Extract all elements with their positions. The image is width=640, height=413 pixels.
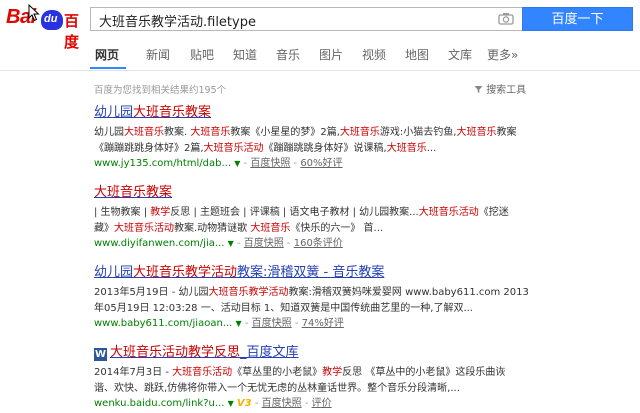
snapshot-link[interactable]: 百度快照: [244, 238, 284, 249]
result-url[interactable]: wenku.baidu.com/link?u...: [94, 398, 224, 409]
snapshot-link[interactable]: 百度快照: [252, 318, 292, 329]
tab-music[interactable]: 音乐: [276, 46, 300, 63]
snapshot-link[interactable]: 百度快照: [250, 158, 290, 169]
v3-badge: V3: [236, 398, 252, 409]
tab-zhidao[interactable]: 知道: [233, 46, 257, 63]
dropdown-triangle-icon[interactable]: ▼: [228, 239, 234, 248]
result-abstract-line: | 生物教案 | 教学反思 | 主题班会 | 评课稿 | 语文电子教材 | 幼儿…: [94, 207, 509, 218]
rating-link[interactable]: 74%好评: [302, 318, 344, 329]
result-url[interactable]: www.diyifanwen.com/jia...: [94, 238, 224, 249]
result-abstract-line: 幼儿园大班音乐教案. 大班音乐教案《小星星的梦》2篇,大班音乐游戏:小猫去钓鱼,…: [94, 127, 517, 138]
paw-icon: du: [41, 10, 63, 30]
search-result: W 大班音乐活动教学反思_百度文库 2014年7月3日 - 大班音乐活动《草丛里的…: [94, 344, 534, 411]
result-abstract-line: 2014年7月3日 - 大班音乐活动《草丛里的小老鼠》教学反思 《草丛中的小老鼠…: [94, 367, 506, 378]
search-result: 大班音乐教案 | 生物教案 | 教学反思 | 主题班会 | 评课稿 | 语文电子…: [94, 184, 534, 251]
result-count: 百度为您找到相关结果约195个: [94, 85, 227, 96]
header: Bai du 百度 大班音乐教学活动.filetype 百度一下: [0, 0, 640, 51]
result-url[interactable]: www.baby611.com/jiaoan...: [94, 318, 232, 329]
tab-map[interactable]: 地图: [405, 46, 429, 63]
result-abstract-line: 年05月19日 12:03:28 一、活动目标 1、知道双簧是中国传统曲艺里的一…: [94, 303, 473, 314]
tab-web[interactable]: 网页: [95, 46, 119, 63]
search-result: 幼儿园大班音乐教学活动教案:滑稽双簧 - 音乐教案 2013年5月19日 - 幼…: [94, 264, 534, 331]
dropdown-triangle-icon[interactable]: ▼: [236, 319, 242, 328]
snapshot-link[interactable]: 百度快照: [262, 398, 302, 409]
tab-more[interactable]: 更多»: [487, 46, 518, 63]
tab-news[interactable]: 新闻: [146, 46, 170, 63]
word-doc-icon: W: [94, 348, 107, 361]
search-button[interactable]: 百度一下: [522, 7, 633, 31]
result-title[interactable]: 幼儿园大班音乐教学活动教案:滑稽双簧 - 音乐教案: [94, 264, 534, 281]
rating-link[interactable]: 60%好评: [300, 158, 342, 169]
result-url-line: www.baby611.com/jiaoan... ▼ - 百度快照 - 74%…: [94, 318, 344, 329]
dropdown-triangle-icon[interactable]: ▼: [228, 399, 234, 408]
result-abstract-line: 谐、欢快、跳跃,仿佛将你带入一个无忧无虑的丛林童话世界。整个音乐分段清晰,...: [94, 383, 460, 394]
tab-tieba[interactable]: 贴吧: [190, 46, 214, 63]
result-abstract-line: 藏》大班音乐活动教案.动物猜谜歌 大班音乐《快乐的六一》 首...: [94, 223, 384, 234]
camera-icon[interactable]: [498, 12, 514, 25]
search-query-text: 大班音乐教学活动.filetype: [99, 15, 256, 30]
search-tools-label: 搜索工具: [486, 85, 527, 96]
result-title[interactable]: 大班音乐教案: [94, 184, 534, 201]
active-tab-indicator: [90, 67, 126, 69]
rating-link[interactable]: 评价: [312, 398, 332, 409]
result-url-line: www.jy135.com/html/dab... ▼ - 百度快照 - 60%…: [94, 158, 343, 169]
result-url-line: www.diyifanwen.com/jia... ▼ - 百度快照 - 160…: [94, 238, 343, 249]
search-tools[interactable]: 搜索工具: [474, 81, 526, 96]
rating-link[interactable]: 160条评价: [294, 238, 343, 249]
search-result: 幼儿园大班音乐教案 幼儿园大班音乐教案. 大班音乐教案《小星星的梦》2篇,大班音…: [94, 104, 534, 171]
search-input[interactable]: 大班音乐教学活动.filetype: [90, 7, 522, 31]
baidu-logo[interactable]: Bai du 百度: [6, 6, 90, 51]
result-url-line: wenku.baidu.com/link?u... ▼ V3 - 百度快照 - …: [94, 398, 332, 409]
result-abstract-line: 2013年5月19日 - 幼儿园大班音乐教学活动教案:滑稽双簧妈咪爱婴网 www…: [94, 287, 529, 298]
tab-images[interactable]: 图片: [319, 46, 343, 63]
result-abstract-line: 《蹦蹦跳跳身体好》2篇,大班音乐活动《蹦蹦跳跳身体好》说课稿,大班音乐...: [94, 143, 437, 154]
tab-wenku[interactable]: 文库: [448, 46, 472, 63]
result-title[interactable]: W 大班音乐活动教学反思_百度文库: [94, 344, 534, 361]
dropdown-triangle-icon[interactable]: ▼: [234, 159, 240, 168]
tab-video[interactable]: 视频: [362, 46, 386, 63]
tools-funnel-icon: [474, 86, 483, 93]
result-url[interactable]: www.jy135.com/html/dab...: [94, 158, 231, 169]
result-title[interactable]: 幼儿园大班音乐教案: [94, 104, 534, 121]
mouse-cursor-icon: [28, 4, 40, 22]
